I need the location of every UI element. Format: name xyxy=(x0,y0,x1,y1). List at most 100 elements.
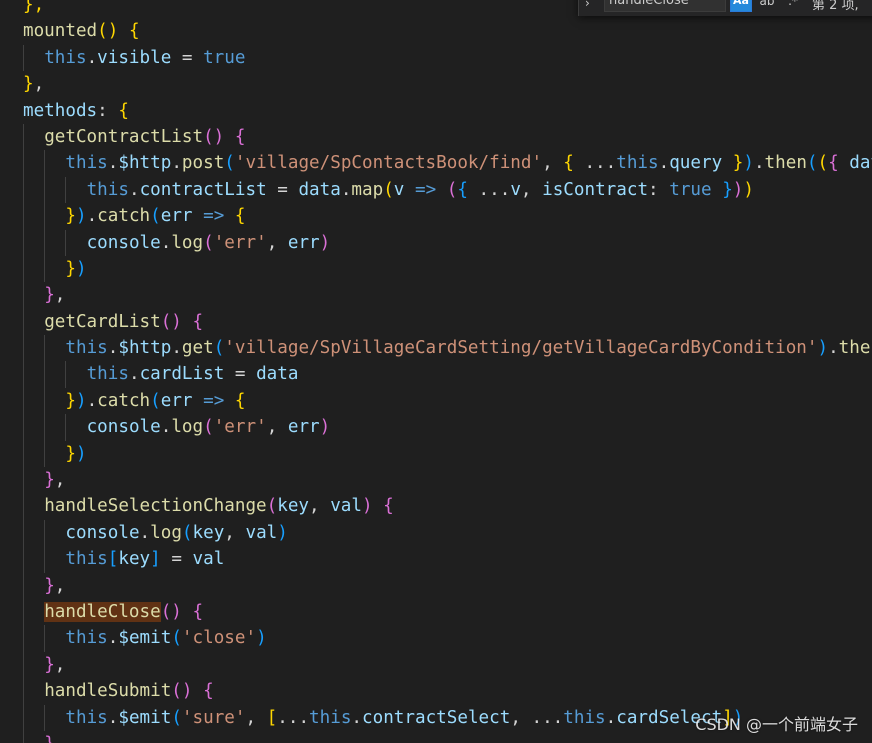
code-line-text: this.$http.post('village/SpContactsBook/… xyxy=(0,153,872,173)
watermark: CSDN @一个前端女子 xyxy=(695,715,858,734)
code-token: ( xyxy=(150,390,161,411)
code-line-text: this.$emit('sure', [...this.contractSele… xyxy=(0,708,743,728)
code-token: console xyxy=(86,417,161,438)
code-line[interactable]: this.$emit('close') xyxy=(0,625,872,652)
code-editor[interactable]: }, mounted() {this.visible = true}, method… xyxy=(0,0,872,743)
code-line[interactable]: getCardList() { xyxy=(0,308,872,336)
code-token: . xyxy=(160,232,172,253)
code-token: post xyxy=(181,153,225,174)
code-line[interactable]: }, xyxy=(0,651,872,679)
code-token: then xyxy=(764,153,807,174)
code-token: } xyxy=(65,206,76,227)
code-line[interactable]: this.$http.get('village/SpVillageCardSet… xyxy=(0,335,872,362)
code-line[interactable]: mounted() { xyxy=(0,18,872,44)
code-token: ... xyxy=(277,707,310,728)
chevron-right-icon[interactable]: › xyxy=(585,0,599,10)
code-token: , xyxy=(54,470,66,491)
code-line[interactable]: }, xyxy=(0,572,872,599)
code-line[interactable]: }, xyxy=(0,71,872,97)
code-token: ) xyxy=(75,206,87,227)
code-line[interactable]: methods: { xyxy=(0,98,872,124)
code-token: = xyxy=(266,179,299,200)
code-token: key xyxy=(277,496,310,517)
code-token: getContractList xyxy=(44,126,204,147)
code-token: key xyxy=(118,549,151,570)
code-line[interactable]: this.$http.post('village/SpContactsBook/… xyxy=(0,150,872,177)
code-line[interactable]: }).catch(err => { xyxy=(0,387,872,415)
code-token: { xyxy=(828,153,839,174)
code-area[interactable]: }, mounted() {this.visible = true}, method… xyxy=(0,0,872,743)
code-line[interactable]: console.log(key, val) xyxy=(0,519,872,547)
code-token: ( xyxy=(203,417,214,438)
code-token: key xyxy=(192,522,225,543)
code-token: ) xyxy=(75,443,87,464)
code-token: { xyxy=(203,681,214,702)
code-token: visible xyxy=(97,47,172,68)
whole-word-toggle[interactable]: ab xyxy=(756,0,778,12)
code-token: ( xyxy=(224,153,235,174)
code-token: () xyxy=(203,126,225,147)
code-token: . xyxy=(128,179,140,200)
code-token: ) xyxy=(319,417,331,438)
code-token: () xyxy=(97,21,119,42)
code-token: . xyxy=(605,707,617,728)
code-line[interactable]: }) xyxy=(0,255,872,283)
code-token: = xyxy=(224,364,257,385)
code-token: { xyxy=(383,496,394,517)
code-token: , xyxy=(309,496,331,517)
code-line[interactable]: }, xyxy=(0,282,872,309)
find-input[interactable] xyxy=(604,0,726,12)
code-token: } xyxy=(722,179,733,200)
code-token: } xyxy=(65,258,76,279)
code-token: , xyxy=(33,74,45,95)
code-token: this xyxy=(309,707,352,728)
find-widget: › Aa ab .* 第 2 项, xyxy=(578,0,872,16)
code-token: ( xyxy=(817,153,829,174)
code-token: console xyxy=(65,522,140,543)
code-line-text: this.contractList = data.map(v => ({ ...… xyxy=(0,180,754,200)
code-line-text: } xyxy=(0,734,55,743)
code-line[interactable]: handleSelectionChange(key, val) { xyxy=(0,493,872,520)
code-line[interactable]: console.log('err', err) xyxy=(0,414,872,441)
code-token: { xyxy=(234,206,246,227)
code-token: console xyxy=(86,232,161,253)
code-line[interactable]: handleSubmit() { xyxy=(0,678,872,705)
match-count: 第 2 项, xyxy=(812,0,859,13)
code-line-text: getContractList() { xyxy=(0,127,245,147)
code-line-text: methods: { xyxy=(0,101,129,121)
code-token: isContract xyxy=(542,179,649,200)
code-token: [ xyxy=(266,707,278,728)
code-token: . xyxy=(128,364,140,385)
code-token: getCardList xyxy=(44,311,161,332)
code-line[interactable]: this.cardList = data xyxy=(0,361,872,388)
code-token: true xyxy=(203,47,246,68)
code-line[interactable]: this[key] = val xyxy=(0,546,872,573)
match-case-toggle[interactable]: Aa xyxy=(730,0,752,12)
code-token: query xyxy=(669,153,723,174)
code-token: ( xyxy=(806,153,818,174)
code-token: , ... xyxy=(510,707,564,728)
code-token: this xyxy=(44,47,87,68)
code-line[interactable]: }, xyxy=(0,467,872,494)
code-token: { xyxy=(128,21,140,42)
code-line[interactable]: getContractList() { xyxy=(0,123,872,151)
code-token: => xyxy=(203,206,225,227)
code-token: ) xyxy=(256,628,267,649)
code-token: ) xyxy=(75,390,87,411)
regex-toggle[interactable]: .* xyxy=(782,0,804,12)
code-line[interactable]: this.visible = true xyxy=(0,44,872,72)
code-line[interactable]: }) xyxy=(0,440,872,468)
code-token: . xyxy=(658,153,670,174)
code-token: this xyxy=(65,628,108,649)
code-line[interactable]: }).catch(err => { xyxy=(0,203,872,230)
code-token: : xyxy=(648,179,670,200)
code-line[interactable]: this.contractList = data.map(v => ({ ...… xyxy=(0,176,872,204)
code-token: } xyxy=(44,285,55,306)
code-line[interactable]: console.log('err', err) xyxy=(0,229,872,256)
code-line-text: }, xyxy=(0,655,65,675)
code-line[interactable]: handleClose() { xyxy=(0,598,872,626)
